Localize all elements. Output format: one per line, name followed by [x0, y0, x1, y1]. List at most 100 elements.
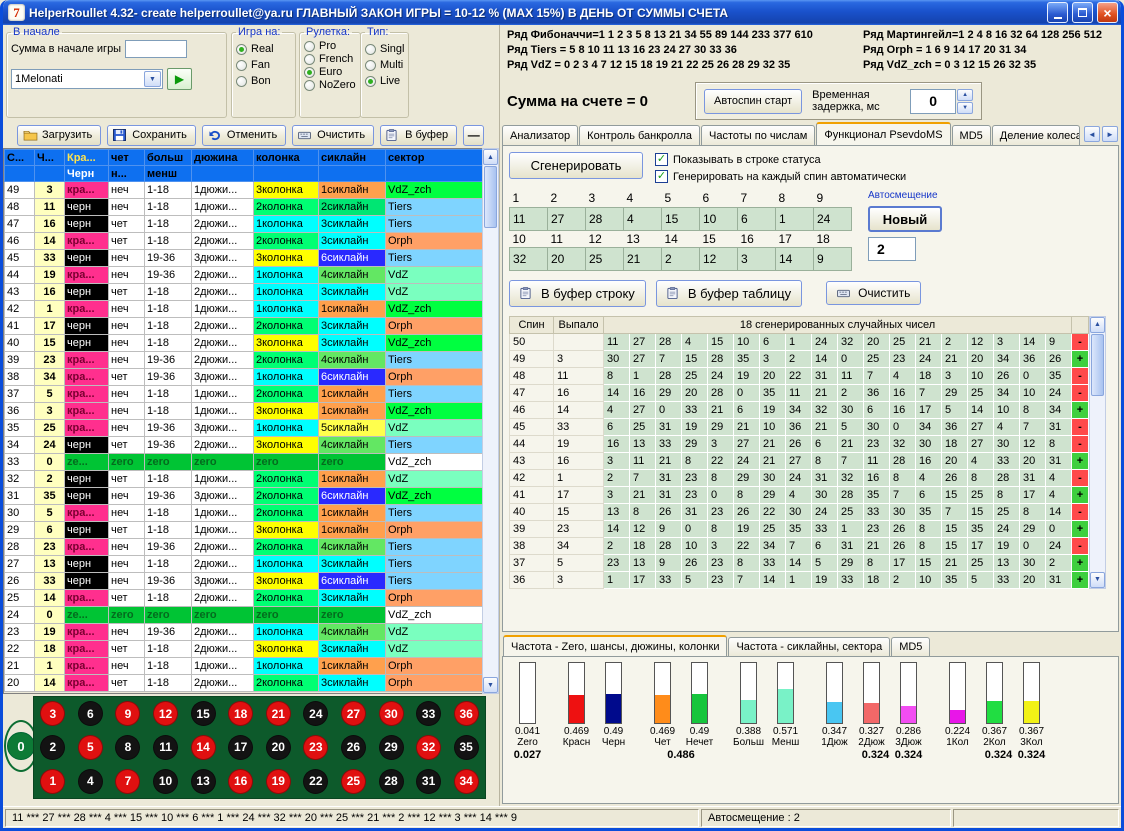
- board-cell-16[interactable]: 16: [222, 764, 260, 798]
- tab-5[interactable]: MD5: [952, 125, 991, 145]
- generator-value-cell[interactable]: 4: [624, 207, 662, 230]
- history-row[interactable]: 296чернчет1-181дюжи...3колонка1сиклайнOr…: [5, 522, 483, 539]
- gentable-row[interactable]: 4811812825241920223111741831026035-: [510, 367, 1089, 384]
- history-header-cell[interactable]: Кра...: [65, 150, 109, 166]
- auto-offset-input[interactable]: [868, 237, 916, 261]
- board-cell-13[interactable]: 13: [184, 764, 222, 798]
- board-cell-9[interactable]: 9: [109, 697, 147, 731]
- history-row[interactable]: 4533черннеч19-363дюжи...3колонка6сиклайн…: [5, 250, 483, 267]
- generator-value-cell[interactable]: 24: [814, 207, 852, 230]
- gentable-header-numbers[interactable]: 18 сгенерированных случайных чисел: [604, 316, 1072, 333]
- radio-option-fan[interactable]: Fan: [236, 59, 291, 71]
- history-row[interactable]: 2713черннеч1-182дюжи...1колонка3сиклайнT…: [5, 556, 483, 573]
- generator-value-cell[interactable]: 9: [814, 247, 852, 270]
- history-header-cell[interactable]: Ч...: [35, 150, 65, 166]
- maximize-button[interactable]: [1072, 2, 1093, 23]
- spinner-up-icon[interactable]: ▲: [957, 89, 973, 101]
- history-header-cell[interactable]: чет: [109, 150, 145, 166]
- history-row[interactable]: 305кра...неч1-181дюжи...2колонка1сиклайн…: [5, 505, 483, 522]
- board-zero[interactable]: 0: [7, 732, 35, 760]
- history-header-cell[interactable]: Черн: [65, 166, 109, 182]
- history-header-cell[interactable]: [5, 166, 35, 182]
- radio-option-nozero[interactable]: NoZero: [304, 79, 356, 91]
- play-button[interactable]: ▶: [167, 68, 192, 90]
- generator-value-cell[interactable]: 11: [510, 207, 548, 230]
- toolbar-open-folder-button[interactable]: Загрузить: [17, 125, 101, 146]
- history-row[interactable]: 3135черннеч19-363дюжи...2колонка6сиклайн…: [5, 488, 483, 505]
- gentable-row[interactable]: 4716141629202803511212361672925341024-: [510, 384, 1089, 401]
- generated-table-scrollbar[interactable]: ▲ ▼: [1089, 316, 1106, 589]
- radio-option-bon[interactable]: Bon: [236, 75, 291, 87]
- tab-6[interactable]: Деление колеса на: [992, 125, 1080, 145]
- tab-4[interactable]: Функционал PsevdoMS: [816, 122, 950, 145]
- history-row[interactable]: 3424чернчет19-362дюжи...3колонка4сиклайн…: [5, 437, 483, 454]
- board-cell-30[interactable]: 30: [372, 697, 410, 731]
- history-header-cell[interactable]: [386, 166, 483, 182]
- gentable-row[interactable]: 4614427033216193432306161751410834+: [510, 401, 1089, 418]
- history-header-cell[interactable]: дюжина: [192, 150, 254, 166]
- minimize-button[interactable]: [1047, 2, 1068, 23]
- board-cell-5[interactable]: 5: [72, 731, 110, 765]
- checkbox-show-status[interactable]: ✓ Показывать в строке статуса: [655, 153, 906, 166]
- history-row[interactable]: 3923кра...неч19-362дюжи...2колонка4сикла…: [5, 352, 483, 369]
- board-cell-11[interactable]: 11: [147, 731, 185, 765]
- copy-table-button[interactable]: В буфер таблицу: [656, 280, 802, 307]
- board-cell-28[interactable]: 28: [372, 764, 410, 798]
- gentable-row[interactable]: 50112728415106124322025212123149-: [510, 333, 1089, 350]
- board-cell-35[interactable]: 35: [447, 731, 485, 765]
- board-cell-14[interactable]: 14: [184, 731, 222, 765]
- gentable-row[interactable]: 4419161333293272126621233230182730128-: [510, 435, 1089, 452]
- chevron-down-icon[interactable]: ▼: [144, 71, 161, 87]
- generator-value-cell[interactable]: 15: [662, 207, 700, 230]
- gentable-row[interactable]: 363117335237141193318210355332031+: [510, 571, 1089, 588]
- generate-button[interactable]: Сгенерировать: [509, 152, 643, 179]
- history-row[interactable]: 4015черннеч1-182дюжи...3колонка3сиклайнV…: [5, 335, 483, 352]
- clear-generated-button[interactable]: Очистить: [826, 281, 921, 305]
- board-cell-6[interactable]: 6: [72, 697, 110, 731]
- radio-option-multi[interactable]: Multi: [365, 59, 404, 71]
- history-row[interactable]: 4419кра...неч19-362дюжи...1колонка4сикла…: [5, 267, 483, 284]
- history-header-cell[interactable]: сиклайн: [319, 150, 386, 166]
- board-cell-22[interactable]: 22: [297, 764, 335, 798]
- board-cell-24[interactable]: 24: [297, 697, 335, 731]
- gentable-header-spin[interactable]: Спин: [510, 316, 554, 333]
- freq-tab-1[interactable]: Частота - Zero, шансы, дюжины, колонки: [503, 635, 727, 656]
- history-row[interactable]: 322чернчет1-181дюжи...2колонка1сиклайнVd…: [5, 471, 483, 488]
- history-row[interactable]: 4811черннеч1-181дюжи...2колонка2сиклайнT…: [5, 199, 483, 216]
- board-cell-19[interactable]: 19: [259, 764, 297, 798]
- delay-input[interactable]: [910, 89, 956, 114]
- history-row[interactable]: 4316чернчет1-182дюжи...1колонка3сиклайнV…: [5, 284, 483, 301]
- freq-tab-2[interactable]: Частота - сиклайны, сектора: [728, 637, 890, 656]
- board-cell-21[interactable]: 21: [259, 697, 297, 731]
- tab-2[interactable]: Контроль банкролла: [579, 125, 700, 145]
- history-header-cell[interactable]: [192, 166, 254, 182]
- history-header-cell[interactable]: больш: [145, 150, 192, 166]
- generator-value-cell[interactable]: 2: [662, 247, 700, 270]
- history-header-cell[interactable]: С...: [5, 150, 35, 166]
- toolbar-undo-button[interactable]: Отменить: [202, 125, 286, 146]
- toolbar-save-button[interactable]: Сохранить: [107, 125, 196, 146]
- radio-option-real[interactable]: Real: [236, 43, 291, 55]
- board-cell-17[interactable]: 17: [222, 731, 260, 765]
- gentable-row[interactable]: 3923141290819253533123268153524290+: [510, 520, 1089, 537]
- history-scrollbar[interactable]: ▲ ▼: [482, 148, 499, 694]
- history-row[interactable]: 2014кра...чет1-182дюжи...2колонка3сиклай…: [5, 675, 483, 692]
- board-cell-33[interactable]: 33: [410, 697, 448, 731]
- history-header-cell[interactable]: менш: [145, 166, 192, 182]
- board-cell-34[interactable]: 34: [447, 764, 485, 798]
- history-row[interactable]: 363кра...неч1-181дюжи...3колонка1сиклайн…: [5, 403, 483, 420]
- history-row[interactable]: 2823кра...неч19-362дюжи...2колонка4сикла…: [5, 539, 483, 556]
- generator-value-cell[interactable]: 1: [776, 207, 814, 230]
- board-cell-31[interactable]: 31: [410, 764, 448, 798]
- close-button[interactable]: ×: [1097, 2, 1118, 23]
- history-row[interactable]: 2218кра...чет1-182дюжи...3колонка3сиклай…: [5, 641, 483, 658]
- history-row[interactable]: 2514кра...чет1-182дюжи...2колонка3сиклай…: [5, 590, 483, 607]
- board-cell-10[interactable]: 10: [147, 764, 185, 798]
- collapse-button[interactable]: —: [463, 125, 484, 146]
- scrollbar-thumb[interactable]: [484, 166, 497, 228]
- board-cell-15[interactable]: 15: [184, 697, 222, 731]
- preset-combobox[interactable]: 1Melonati ▼: [11, 69, 163, 89]
- history-row[interactable]: 421кра...неч1-181дюжи...1колонка1сиклайн…: [5, 301, 483, 318]
- history-header-cell[interactable]: сектор: [386, 150, 483, 166]
- radio-option-euro[interactable]: Euro: [304, 66, 356, 78]
